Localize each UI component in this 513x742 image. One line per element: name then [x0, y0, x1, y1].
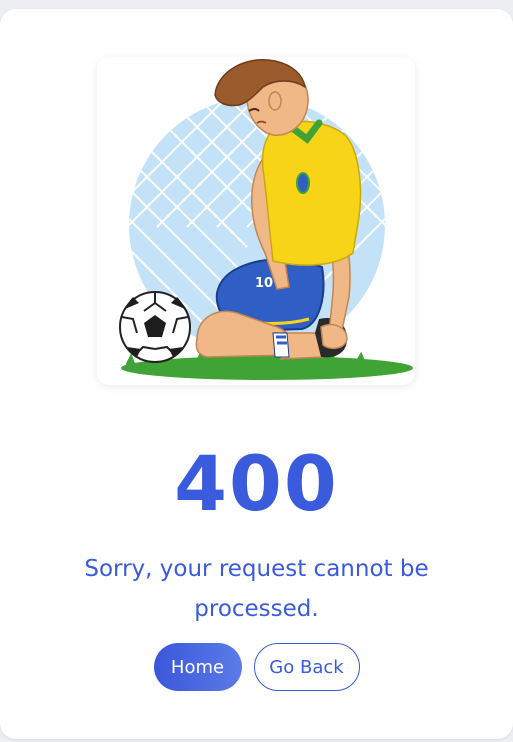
error-code: 400 [174, 439, 339, 528]
sad-soccer-player-image: 10 [119, 59, 413, 380]
error-card: 10 400 Sorry, your request cannot be pro… [0, 9, 513, 739]
error-message: Sorry, your request cannot be processed. [84, 556, 429, 622]
go-back-button[interactable]: Go Back [253, 643, 360, 691]
home-button[interactable]: Home [153, 643, 242, 691]
action-buttons: Home Go Back [0, 643, 513, 691]
soccer-ball [119, 291, 191, 363]
error-illustration: 10 [97, 57, 415, 385]
svg-text:10: 10 [255, 276, 273, 291]
